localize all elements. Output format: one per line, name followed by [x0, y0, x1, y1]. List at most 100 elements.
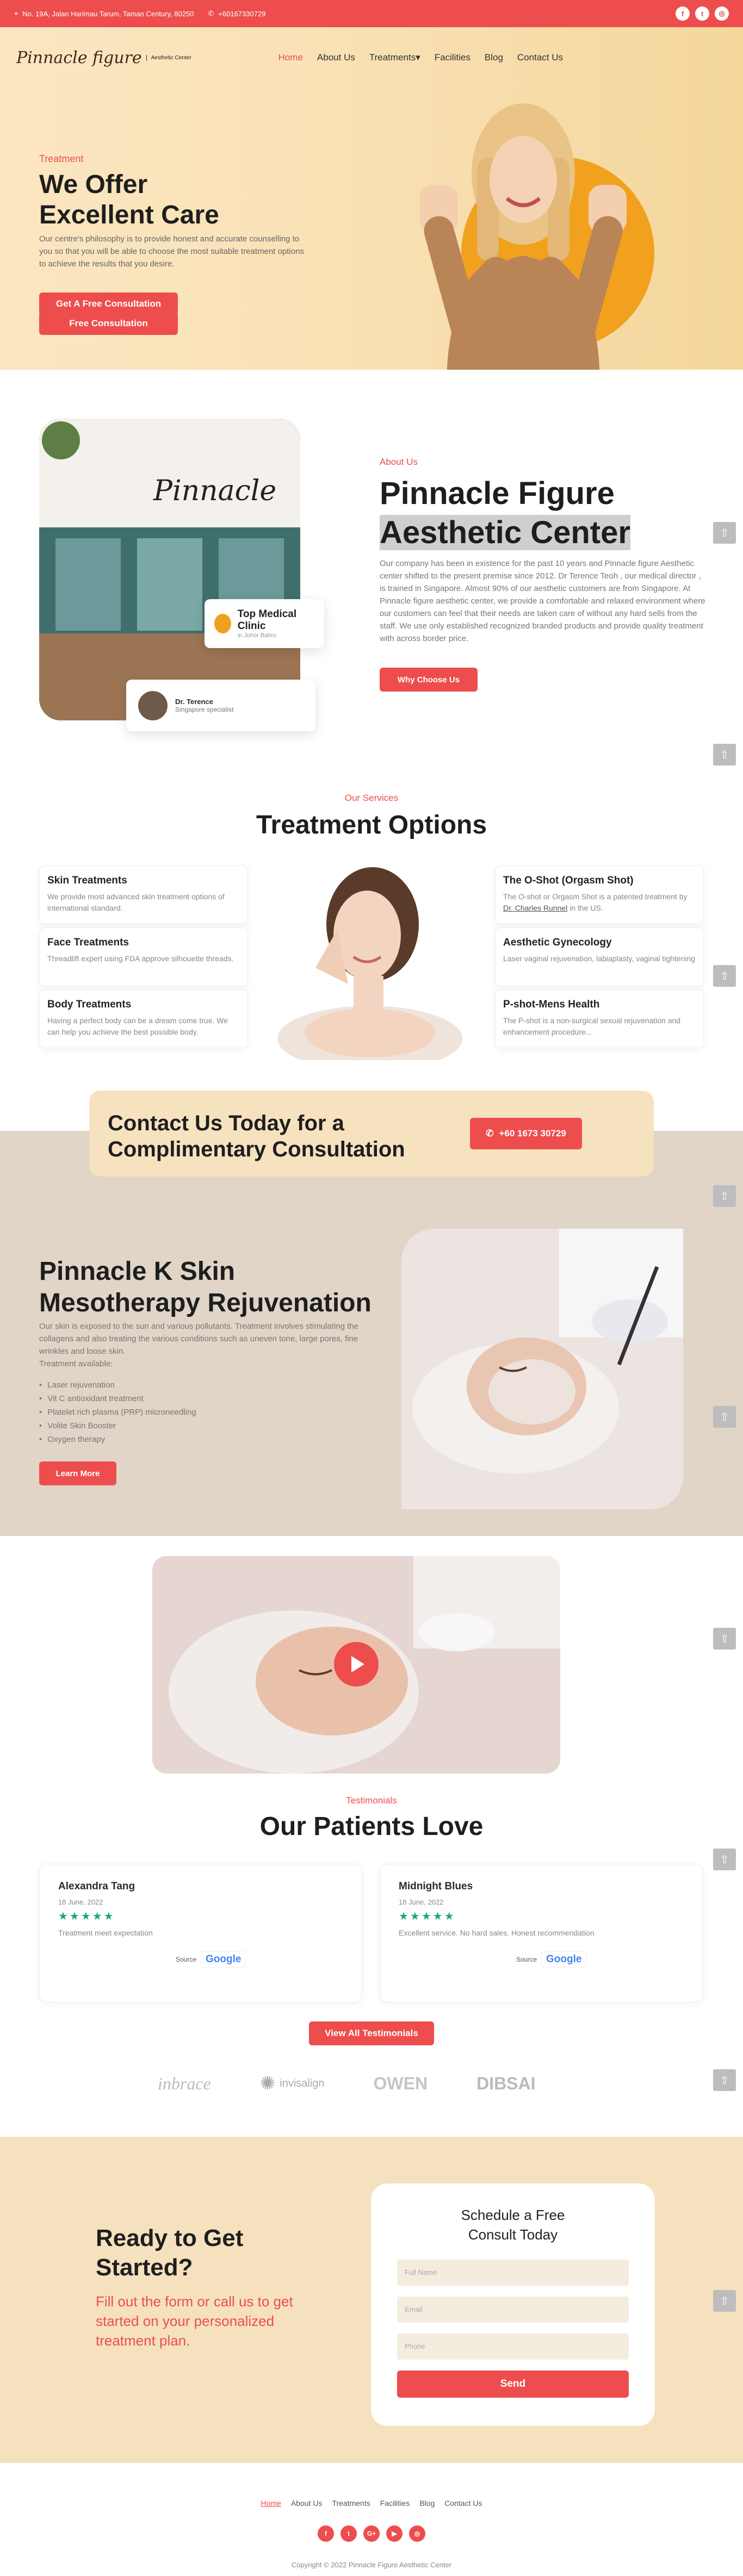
- contact-cta-title-line2: Complimentary Consultation: [108, 1137, 405, 1161]
- kskin-list: Laser rejuvenation Vit C antioxidant tre…: [39, 1378, 196, 1446]
- scroll-top-button[interactable]: ⇧: [713, 522, 736, 544]
- nav-item-treatments[interactable]: Treatments▾: [369, 52, 420, 63]
- youtube-icon[interactable]: ▶: [386, 2525, 403, 2542]
- treatments-title: Treatment Options: [256, 811, 487, 839]
- card-text: The O-shot or Orgasm Shot is a patented …: [503, 891, 696, 914]
- email-field[interactable]: Email: [397, 2297, 629, 2323]
- footer-link-treatments[interactable]: Treatments: [332, 2499, 370, 2507]
- kskin-available-label: Treatment available:: [39, 1359, 113, 1368]
- card-title: Skin Treatments: [47, 875, 127, 886]
- call-button[interactable]: ✆ +60 1673 30729: [470, 1118, 582, 1149]
- twitter-icon[interactable]: t: [340, 2525, 357, 2542]
- kskin-text: Our skin is exposed to the sun and vario…: [39, 1320, 366, 1370]
- send-button[interactable]: Send: [397, 2370, 629, 2398]
- about-title: Pinnacle Figure Aesthetic Center: [380, 474, 630, 552]
- scroll-top-button[interactable]: ⇧: [713, 2290, 736, 2312]
- partner-logos: inbrace ✺ invisalign OWEN DIBSAI: [158, 2073, 536, 2094]
- view-all-testimonials-button[interactable]: View All Testimonials: [309, 2021, 434, 2045]
- footer-link-facilities[interactable]: Facilities: [380, 2499, 410, 2507]
- phone-icon: ✆: [208, 9, 214, 17]
- card-text: The P-shot is a non-surgical sexual reju…: [503, 1016, 681, 1036]
- nav-item-contact[interactable]: Contact Us: [517, 52, 563, 63]
- scroll-top-button[interactable]: ⇧: [713, 1185, 736, 1207]
- card-title: P-shot-Mens Health: [503, 999, 600, 1010]
- footer-link-home[interactable]: Home: [261, 2499, 281, 2507]
- location-pin-icon: ⌖: [14, 9, 18, 17]
- scroll-top-button[interactable]: ⇧: [713, 1406, 736, 1428]
- treatment-card-face[interactable]: Face Treatments Threadlift expert using F…: [39, 928, 248, 986]
- award-icon: [214, 614, 231, 633]
- scroll-top-button[interactable]: ⇧: [713, 965, 736, 987]
- treatment-card-o-shot[interactable]: The O-Shot (Orgasm Shot) The O-shot or Or…: [495, 866, 704, 924]
- scroll-top-button[interactable]: ⇧: [713, 2069, 736, 2091]
- review-date: 18 June, 2022: [58, 1898, 103, 1906]
- card-text: Laser vaginal rejuvenation, labiaplasty,…: [503, 954, 696, 963]
- nav-item-about[interactable]: About Us: [317, 52, 355, 63]
- card-title: Aesthetic Gynecology: [503, 937, 612, 948]
- call-button-label: +60 1673 30729: [499, 1128, 566, 1138]
- full-name-field[interactable]: Full Name: [397, 2260, 629, 2286]
- hero-section: Pinnacle figure Aesthetic Center Home Abo…: [0, 27, 743, 370]
- treatment-card-p-shot[interactable]: P-shot-Mens Health The P-shot is a non-su…: [495, 990, 704, 1048]
- review-source: Source Google: [176, 1951, 246, 1968]
- phone-icon: ✆: [486, 1128, 494, 1138]
- logo-text: Pinnacle figure: [16, 48, 142, 67]
- footer-link-blog[interactable]: Blog: [419, 2499, 435, 2507]
- card-text: Having a perfect body can be a dream com…: [47, 1016, 228, 1036]
- free-consultation-button[interactable]: Free Consultation: [39, 312, 178, 335]
- logo[interactable]: Pinnacle figure Aesthetic Center: [16, 48, 191, 67]
- phone[interactable]: ✆ +60167330729: [208, 9, 265, 18]
- arrow-up-icon: ⇧: [720, 2295, 729, 2307]
- source-label: Source: [516, 1956, 537, 1963]
- play-button[interactable]: [334, 1642, 379, 1687]
- treatment-card-body[interactable]: Body Treatments Having a perfect body can…: [39, 990, 248, 1048]
- doctor-name: Dr. Terence: [175, 698, 213, 706]
- instagram-icon[interactable]: ◎: [409, 2525, 425, 2542]
- nav-item-blog[interactable]: Blog: [485, 52, 503, 63]
- treatment-woman-image: [277, 867, 462, 1060]
- why-choose-us-button[interactable]: Why Choose Us: [380, 668, 478, 692]
- footer-link-about[interactable]: About Us: [291, 2499, 323, 2507]
- ready-section: Ready to Get Started? Fill out the form o…: [0, 2137, 743, 2463]
- address-text: No. 19A, Jalan Harimau Tarum, Taman Cent…: [22, 9, 194, 18]
- ready-text: Fill out the form or call us to get star…: [96, 2293, 293, 2349]
- nav-item-facilities[interactable]: Facilities: [435, 52, 470, 63]
- arrow-up-icon: ⇧: [720, 1853, 729, 1866]
- get-consultation-button[interactable]: Get A Free Consultation: [39, 293, 178, 315]
- list-item: Platelet rich plasma (PRP) microneedling: [39, 1405, 196, 1419]
- testimonial-card: Alexandra Tang 18 June, 2022 ★★★★★ Treat…: [39, 1864, 362, 2002]
- hero-text: Our centre's philosophy is to provide ho…: [39, 234, 304, 269]
- video-player[interactable]: [152, 1556, 560, 1774]
- treatment-card-skin[interactable]: Skin Treatments We provide most advanced …: [39, 866, 248, 924]
- form-title-line1: Schedule a Free: [461, 2207, 565, 2223]
- card-text-a: The O-shot or Orgasm Shot is a patented …: [503, 892, 688, 901]
- phone-field[interactable]: Phone: [397, 2334, 629, 2360]
- nav-item-home[interactable]: Home: [278, 52, 303, 63]
- google-plus-icon[interactable]: G+: [363, 2525, 380, 2542]
- treatment-card-gynecology[interactable]: Aesthetic Gynecology Laser vaginal rejuve…: [495, 928, 704, 986]
- doctor-badge: Dr. Terence Singapore specialist: [126, 680, 315, 731]
- list-item: Oxygen therapy: [39, 1433, 196, 1446]
- learn-more-button[interactable]: Learn More: [39, 1461, 116, 1485]
- instagram-icon[interactable]: ◎: [715, 7, 729, 21]
- ready-title-line2: Started?: [96, 2254, 193, 2281]
- ready-title: Ready to Get Started?: [96, 2224, 243, 2282]
- google-logo: Google: [541, 1951, 587, 1968]
- doctor-role: Singapore specialist: [175, 706, 234, 713]
- scroll-top-button[interactable]: ⇧: [713, 1628, 736, 1650]
- scroll-top-button[interactable]: ⇧: [713, 744, 736, 766]
- owen-logo: OWEN: [373, 2073, 428, 2093]
- facebook-icon[interactable]: f: [676, 7, 690, 21]
- facebook-icon[interactable]: f: [318, 2525, 334, 2542]
- hero-woman-image: [420, 103, 627, 370]
- reviewer-name: Midnight Blues: [399, 1881, 473, 1892]
- contact-cta-title-line1: Contact Us Today for a: [108, 1111, 344, 1135]
- card-text-b: in the US.: [567, 904, 603, 912]
- scroll-top-button[interactable]: ⇧: [713, 1849, 736, 1870]
- top-clinic-badge: Top Medical Clinic in Johor Bahru: [205, 599, 324, 648]
- doctor-link[interactable]: Dr. Charles Runnel: [503, 904, 567, 912]
- page: ⌖ No. 19A, Jalan Harimau Tarum, Taman Cen…: [0, 0, 743, 2569]
- nav-item-treatments-label: Treatments: [369, 52, 416, 63]
- twitter-icon[interactable]: t: [695, 7, 709, 21]
- footer-link-contact[interactable]: Contact Us: [444, 2499, 482, 2507]
